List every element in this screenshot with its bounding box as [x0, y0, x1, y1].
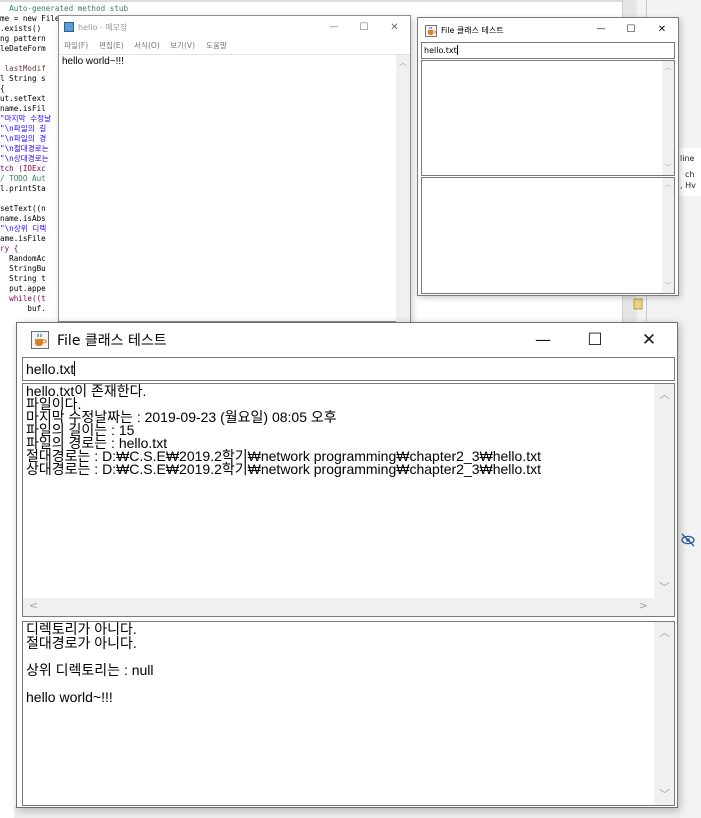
editor-top-rule — [0, 0, 701, 2]
scroll-up-icon[interactable]: ︿ — [662, 179, 674, 189]
code-line: l String s — [0, 74, 46, 83]
code-line: Auto-generated method stub — [0, 4, 129, 13]
code-line: leDateForm — [0, 44, 46, 53]
code-line: lastModif — [0, 64, 46, 73]
notepad-vertical-scrollbar[interactable]: ︿ — [396, 55, 410, 322]
small-window-titlebar[interactable]: File 클래스 테스트 — ☐ ✕ — [418, 18, 678, 42]
scroll-up-icon[interactable]: ︿ — [659, 386, 670, 402]
scroll-left-icon[interactable]: < — [29, 599, 38, 612]
code-line: put.appe — [0, 284, 46, 293]
detail-line: 절대경로가 아니다. — [26, 634, 137, 651]
java-cup-icon — [425, 25, 437, 37]
main-file-test-window: File 클래스 테스트 — ☐ ✕ hello.txt hello.txt이 … — [16, 322, 678, 808]
outline-text-3: , Hv — [680, 181, 696, 190]
small-window-title: File 클래스 테스트 — [441, 26, 504, 35]
code-line: name.isFil — [0, 104, 46, 113]
small-filename-value: hello.txt — [424, 46, 457, 55]
notepad-window: hello - 메모장 — ☐ ✕ 파일(F) 편집(E) 서식(O) 보기(V… — [58, 15, 411, 322]
small-minimize-button[interactable]: — — [586, 18, 616, 40]
outline-text-1: line — [680, 154, 695, 163]
code-line: "\n절대경로는 — [0, 144, 49, 153]
text-caret — [74, 361, 76, 376]
code-line: tch (IOExc — [0, 164, 46, 173]
menu-help[interactable]: 도움말 — [206, 40, 227, 51]
notepad-icon — [64, 22, 74, 32]
code-line: setText((n — [0, 204, 46, 213]
code-line: "마지막 수정날 — [0, 114, 52, 123]
code-line: "\n상위 디렉 — [0, 224, 47, 233]
small-detail-scrollbar[interactable]: ︿ ﹀ — [662, 178, 674, 293]
notepad-content: hello world~!!! — [62, 56, 124, 67]
detail-line: 상위 디렉토리는 : null — [26, 661, 154, 678]
scroll-up-icon[interactable]: ︿ — [662, 62, 674, 72]
filename-input[interactable]: hello.txt — [22, 357, 675, 381]
main-close-button[interactable]: ✕ — [621, 323, 677, 356]
code-line: "\n상대경로는 — [0, 154, 49, 163]
notepad-maximize-button[interactable]: ☐ — [349, 16, 379, 38]
small-info-text-area[interactable]: ︿ ﹀ — [421, 60, 675, 176]
small-maximize-button[interactable]: ☐ — [616, 18, 646, 40]
file-info-lines: hello.txt이 존재한다. 파일이다. 마지막 수정날짜는 : 2019-09… — [26, 383, 541, 477]
detail-line: hello world~!!! — [26, 688, 113, 705]
code-line: "\n파일의 길 — [0, 124, 47, 133]
java-cup-icon — [31, 331, 49, 349]
menu-file[interactable]: 파일(F) — [64, 40, 88, 51]
menu-format[interactable]: 서식(O) — [134, 40, 160, 51]
code-line: while((t — [0, 294, 46, 303]
file-info-text-area[interactable]: hello.txt이 존재한다. 파일이다. 마지막 수정날짜는 : 2019-09… — [22, 383, 675, 617]
notepad-title: hello - 메모장 — [78, 23, 128, 32]
main-window-titlebar[interactable]: File 클래스 테스트 — ☐ ✕ — [17, 323, 677, 356]
code-line: l.printSta — [0, 184, 46, 193]
notepad-menubar: 파일(F) 편집(E) 서식(O) 보기(V) 도움말 — [59, 38, 410, 54]
code-line: / TODO Aut — [0, 174, 46, 183]
notepad-close-button[interactable]: ✕ — [379, 16, 410, 38]
info-vertical-scrollbar[interactable]: ︿ ﹀ — [654, 384, 674, 598]
notepad-titlebar[interactable]: hello - 메모장 — ☐ ✕ — [59, 16, 410, 38]
menu-edit[interactable]: 편집(E) — [99, 40, 124, 51]
code-line: StringBu — [0, 264, 46, 273]
outline-text-2: ch — [685, 170, 695, 179]
small-filename-input[interactable]: hello.txt — [421, 42, 675, 59]
notepad-text-area[interactable]: hello world~!!! ︿ — [59, 54, 410, 322]
hidden-eye-icon[interactable] — [681, 533, 695, 547]
main-minimize-button[interactable]: — — [517, 323, 569, 356]
scroll-up-icon[interactable]: ︿ — [659, 624, 670, 640]
detail-vertical-scrollbar[interactable]: ︿ ﹀ — [654, 622, 674, 805]
main-maximize-button[interactable]: ☐ — [569, 323, 621, 356]
code-line: ng pattern — [0, 34, 46, 43]
code-line: ut.setText — [0, 94, 46, 103]
info-horizontal-scrollbar[interactable]: < > — [23, 598, 654, 616]
notepad-minimize-button[interactable]: — — [319, 16, 349, 38]
marker-icon — [633, 298, 643, 310]
code-line: RandomAc — [0, 254, 46, 263]
scroll-corner — [654, 598, 674, 616]
main-window-title: File 클래스 테스트 — [57, 333, 167, 349]
code-line: String t — [0, 274, 46, 283]
code-line: name.isAbs — [0, 214, 46, 223]
scroll-down-icon[interactable]: ﹀ — [662, 163, 674, 173]
scroll-up-icon[interactable]: ︿ — [396, 57, 410, 68]
scroll-down-icon[interactable]: ﹀ — [659, 579, 670, 595]
small-info-scrollbar[interactable]: ︿ ﹀ — [662, 61, 674, 175]
file-detail-lines: 디렉토리가 아니다. 절대경로가 아니다. 상위 디렉토리는 : null hello… — [26, 622, 154, 705]
scroll-down-icon[interactable]: ﹀ — [659, 786, 670, 802]
filename-value: hello.txt — [26, 361, 75, 377]
small-file-test-window: File 클래스 테스트 — ☐ ✕ hello.txt ︿ ﹀ ︿ ﹀ — [417, 17, 679, 296]
code-line: .exists() — [0, 24, 42, 33]
info-line: hello.txt이 존재한다. — [26, 383, 147, 399]
code-line: ame.isFile — [0, 234, 46, 243]
text-caret — [456, 45, 458, 55]
code-line: ry { — [0, 244, 19, 253]
menu-view[interactable]: 보기(V) — [170, 40, 195, 51]
small-detail-text-area[interactable]: ︿ ﹀ — [421, 177, 675, 294]
code-line: { — [0, 84, 5, 93]
file-detail-text-area[interactable]: 디렉토리가 아니다. 절대경로가 아니다. 상위 디렉토리는 : null hello… — [22, 621, 675, 806]
scroll-right-icon[interactable]: > — [639, 599, 648, 612]
code-line: buf. — [0, 304, 46, 313]
code-line: "\n파일의 경 — [0, 134, 47, 143]
scroll-down-icon[interactable]: ﹀ — [662, 281, 674, 291]
info-line: 상대경로는 : D:₩C.S.E₩2019.2학기₩network progra… — [26, 461, 541, 477]
small-close-button[interactable]: ✕ — [646, 18, 678, 40]
